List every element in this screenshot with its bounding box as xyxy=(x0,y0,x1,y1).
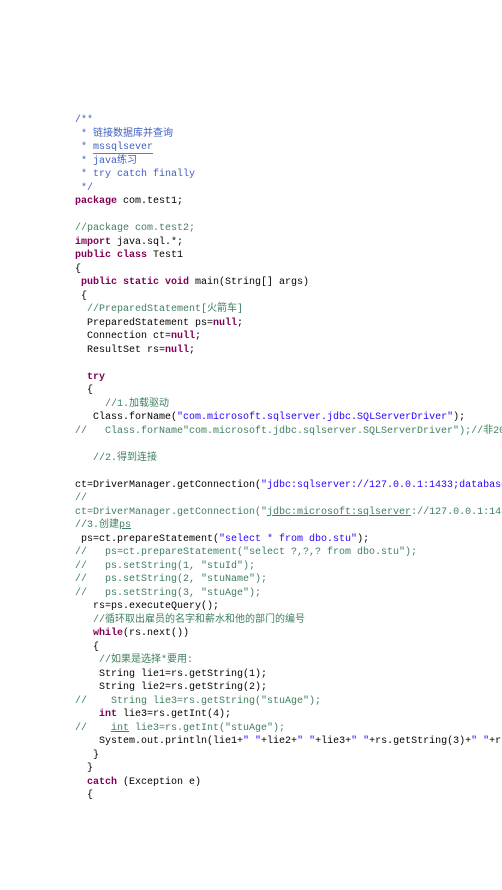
var-decl: int lie3=rs.getInt(4); xyxy=(75,709,231,720)
brace: { xyxy=(75,790,93,801)
javadoc-line: * java练习 xyxy=(75,156,137,167)
brace: { xyxy=(75,642,99,653)
comment: //PreparedStatement[火箭车] xyxy=(75,304,243,315)
javadoc-open: /** xyxy=(75,115,93,126)
brace: { xyxy=(75,291,87,302)
comment: // ps.setString(3, "stuAge"); xyxy=(75,588,261,599)
while-stmt: while(rs.next()) xyxy=(75,628,189,639)
var-decl: ResultSet rs=null; xyxy=(75,345,195,356)
code-block: /** * 链接数据库并查询 * mssqlsever * java练习 * t… xyxy=(75,114,482,803)
javadoc-line: * try catch finally xyxy=(75,169,195,180)
javadoc-line: * mssqlsever xyxy=(75,142,153,154)
var-decl: String lie1=rs.getString(1); xyxy=(75,669,267,680)
comment: //1.加载驱动 xyxy=(75,399,169,410)
class-forname: Class.forName("com.microsoft.sqlserver.j… xyxy=(75,412,465,423)
javadoc-close: */ xyxy=(75,183,93,194)
class-decl: public class Test1 xyxy=(75,250,183,261)
comment: // xyxy=(75,493,87,504)
main-method: public static void main(String[] args) xyxy=(75,277,309,288)
var-decl: PreparedStatement ps=null; xyxy=(75,318,243,329)
comment: // Class.forName"com.microsoft.jdbc.sqls… xyxy=(75,426,502,437)
brace: } xyxy=(75,750,99,761)
try-stmt: try xyxy=(75,372,105,383)
comment: // ps=ct.prepareStatement("select ?,?,? … xyxy=(75,547,417,558)
comment: ct=DriverManager.getConnection("jdbc:mic… xyxy=(75,507,502,518)
comment: // int lie3=rs.getInt("stuAge"); xyxy=(75,723,285,734)
comment: //循环取出雇员的名字和薪水和他的部门的编号 xyxy=(75,615,305,626)
comment: // String lie3=rs.getString("stuAge"); xyxy=(75,696,321,707)
comment: //如果是选择*要用: xyxy=(75,655,193,666)
comment: // ps.setString(1, "stuId"); xyxy=(75,561,255,572)
import-decl: import java.sql.*; xyxy=(75,237,183,248)
package-decl: package com.test1; xyxy=(75,196,183,207)
comment: // ps.setString(2, "stuName"); xyxy=(75,574,267,585)
javadoc-line: * 链接数据库并查询 xyxy=(75,129,173,140)
catch-stmt: catch (Exception e) xyxy=(75,777,201,788)
comment: //package com.test2; xyxy=(75,223,195,234)
exec-query: rs=ps.executeQuery(); xyxy=(75,601,219,612)
brace: { xyxy=(75,264,81,275)
println: System.out.println(lie1+" "+lie2+" "+lie… xyxy=(75,736,502,747)
comment: //2.得到连接 xyxy=(75,453,157,464)
comment: //3.创建ps xyxy=(75,520,131,531)
brace: } xyxy=(75,763,93,774)
brace: { xyxy=(75,385,93,396)
var-decl: String lie2=rs.getString(2); xyxy=(75,682,267,693)
var-decl: Connection ct=null; xyxy=(75,331,201,342)
get-connection: ct=DriverManager.getConnection("jdbc:sql… xyxy=(75,480,502,491)
prepare-stmt: ps=ct.prepareStatement("select * from db… xyxy=(75,534,369,545)
